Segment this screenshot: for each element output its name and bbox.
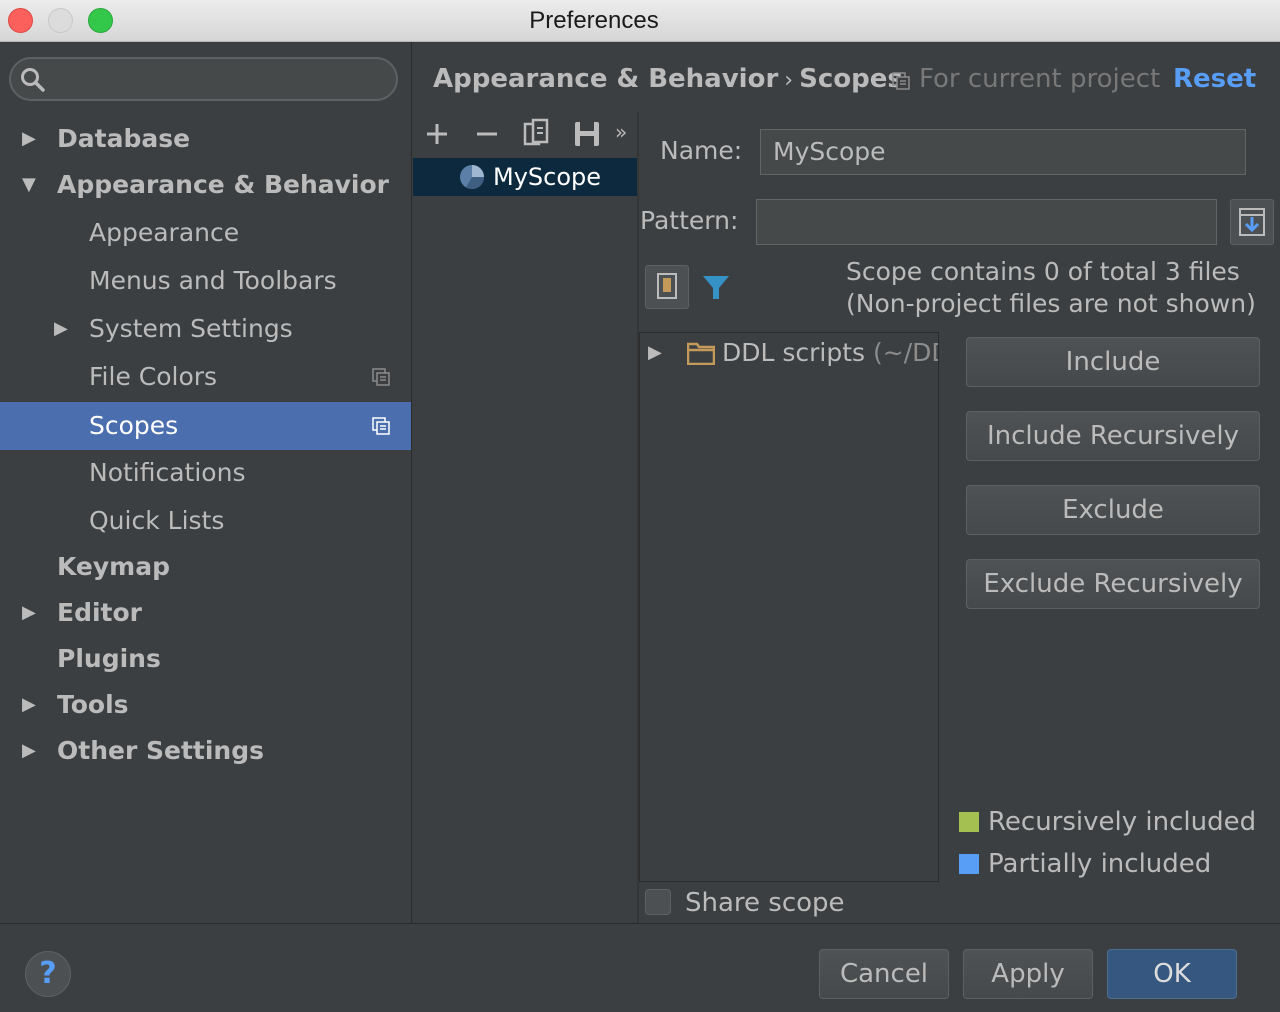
- search-input[interactable]: [9, 57, 398, 101]
- share-scope-label: Share scope: [685, 888, 845, 918]
- sidebar-item-tools[interactable]: ▶ Tools: [0, 681, 411, 729]
- pattern-field[interactable]: [756, 199, 1217, 245]
- scope-info: Scope contains 0 of total 3 files (Non-p…: [846, 256, 1256, 320]
- scope-count-text: Scope contains 0 of total 3 files: [846, 257, 1240, 286]
- more-actions-icon[interactable]: »: [615, 120, 627, 144]
- collapse-arrow-icon[interactable]: ▼: [22, 161, 36, 209]
- legend-partially-included: Partially included: [959, 849, 1211, 879]
- sidebar-item-menus-toolbars[interactable]: Menus and Toolbars: [0, 257, 411, 305]
- folder-name: DDL scripts (~/DDL: [722, 333, 938, 373]
- scope-list: MyScope: [413, 158, 637, 923]
- file-icon: [657, 273, 677, 299]
- checkbox[interactable]: [645, 889, 671, 915]
- sidebar-item-editor[interactable]: ▶ Editor: [0, 589, 411, 637]
- share-scope-checkbox[interactable]: Share scope: [645, 888, 845, 918]
- project-icon: [892, 72, 910, 90]
- search-icon: [21, 68, 45, 92]
- scope-icon: [460, 165, 484, 190]
- sidebar-item-notifications[interactable]: Notifications: [0, 449, 411, 497]
- for-current-project-label: For current project: [919, 64, 1161, 94]
- exclude-button[interactable]: Exclude: [966, 485, 1260, 535]
- folder-path: (~/DDL: [873, 338, 938, 367]
- window-title: Preferences: [529, 7, 659, 34]
- project-icon: [372, 417, 390, 435]
- name-field[interactable]: MyScope: [760, 129, 1246, 175]
- list-item[interactable]: MyScope: [413, 158, 637, 196]
- legend-swatch-blue: [959, 854, 979, 874]
- sidebar-item-database[interactable]: ▶ Database: [0, 115, 411, 163]
- filter-icon[interactable]: [701, 272, 731, 302]
- quick-add-button[interactable]: [1230, 199, 1274, 245]
- expand-arrow-icon[interactable]: ▶: [54, 305, 68, 353]
- preferences-window: Preferences ▶ Database ▼ Appearance & Be…: [0, 0, 1280, 1012]
- project-icon: [372, 368, 390, 386]
- sidebar-item-system-settings[interactable]: ▶ System Settings: [0, 305, 411, 353]
- sidebar-item-quick-lists[interactable]: Quick Lists: [0, 497, 411, 545]
- scopes-panel: Appearance & Behavior › Scopes For current…: [413, 42, 1280, 923]
- expand-arrow-icon[interactable]: ▶: [648, 333, 662, 373]
- sidebar-item-keymap[interactable]: Keymap: [0, 543, 411, 591]
- scopes-toolbar: »: [413, 112, 637, 158]
- dialog-footer: ? Cancel Apply OK: [0, 923, 1280, 1012]
- file-tree: ▶ DDL scripts (~/DDL: [639, 332, 939, 882]
- breadcrumb: Appearance & Behavior › Scopes: [433, 64, 903, 94]
- cancel-button[interactable]: Cancel: [819, 949, 949, 999]
- quick-add-icon: [1239, 208, 1265, 236]
- name-label: Name:: [660, 136, 743, 165]
- include-recursively-button[interactable]: Include Recursively: [966, 411, 1260, 461]
- expand-arrow-icon[interactable]: ▶: [22, 727, 36, 775]
- breadcrumb-parent: Appearance & Behavior: [433, 64, 779, 94]
- help-button[interactable]: ?: [25, 951, 71, 997]
- sidebar-item-appearance-behavior[interactable]: ▼ Appearance & Behavior: [0, 161, 411, 209]
- include-button[interactable]: Include: [966, 337, 1260, 387]
- apply-button[interactable]: Apply: [963, 949, 1093, 999]
- scope-note-text: (Non-project files are not shown): [846, 289, 1256, 318]
- title-bar: Preferences: [0, 0, 1280, 42]
- settings-sidebar: ▶ Database ▼ Appearance & Behavior Appea…: [0, 42, 412, 923]
- file-toggle-button[interactable]: [645, 265, 689, 309]
- expand-arrow-icon[interactable]: ▶: [22, 115, 36, 163]
- expand-arrow-icon[interactable]: ▶: [22, 681, 36, 729]
- exclude-recursively-button[interactable]: Exclude Recursively: [966, 559, 1260, 609]
- sidebar-item-other-settings[interactable]: ▶ Other Settings: [0, 727, 411, 775]
- ok-button[interactable]: OK: [1107, 949, 1237, 999]
- sidebar-item-plugins[interactable]: Plugins: [0, 635, 411, 683]
- folder-icon: [687, 342, 715, 365]
- breadcrumb-separator: ›: [784, 68, 794, 93]
- scope-name: MyScope: [493, 163, 602, 191]
- remove-icon[interactable]: [471, 118, 503, 150]
- legend-swatch-green: [959, 812, 979, 832]
- copy-icon[interactable]: [521, 118, 553, 150]
- sidebar-item-scopes[interactable]: Scopes: [0, 402, 411, 450]
- sidebar-item-appearance[interactable]: Appearance: [0, 209, 411, 257]
- save-icon[interactable]: [571, 118, 603, 150]
- expand-arrow-icon[interactable]: ▶: [22, 589, 36, 637]
- add-icon[interactable]: [421, 118, 453, 150]
- sidebar-item-file-colors[interactable]: File Colors: [0, 353, 411, 401]
- pattern-label: Pattern:: [640, 206, 739, 235]
- breadcrumb-current: Scopes: [799, 64, 903, 94]
- reset-link[interactable]: Reset: [1173, 64, 1256, 94]
- legend-recursively-included: Recursively included: [959, 807, 1256, 837]
